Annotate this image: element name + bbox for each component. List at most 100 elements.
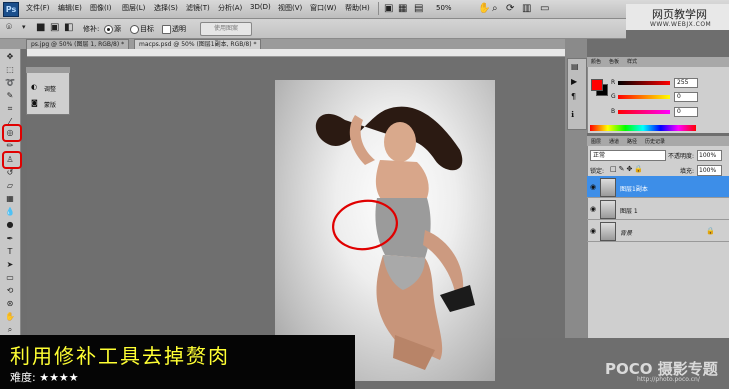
- menu-filter[interactable]: 滤镜(T): [186, 3, 210, 13]
- horizontal-ruler: [27, 49, 565, 57]
- tab-paths[interactable]: 路径: [627, 138, 637, 146]
- tab-swatches[interactable]: 色板: [609, 58, 619, 66]
- pen-tool-icon[interactable]: ✒: [4, 234, 16, 244]
- b-slider[interactable]: [618, 110, 670, 114]
- patch-tool-preset-icon[interactable]: ⌾: [6, 21, 12, 34]
- tab-styles[interactable]: 样式: [627, 58, 637, 66]
- chevron-down-icon[interactable]: ▾: [22, 21, 26, 34]
- move-tool-icon[interactable]: ✥: [4, 52, 16, 62]
- tab-channels[interactable]: 通道: [609, 138, 619, 146]
- mini-panel-header: [26, 67, 70, 73]
- target-radio[interactable]: [130, 25, 139, 34]
- arrange-documents-icon[interactable]: ▥: [522, 2, 531, 15]
- opacity-label: 不透明度:: [668, 153, 695, 160]
- actions-panel-icon[interactable]: ▶: [571, 77, 577, 86]
- bridge-icon[interactable]: ▣: [384, 2, 393, 15]
- marquee-tool-icon[interactable]: ⬚: [4, 65, 16, 75]
- adjustments-label[interactable]: 调整: [44, 84, 56, 93]
- lock-icon: 🔒: [706, 227, 715, 235]
- brand-url: WWW.WEBJX.COM: [650, 21, 712, 28]
- photoshop-logo: Ps: [3, 2, 19, 17]
- b-label: B: [611, 108, 616, 115]
- 3d-orbit-tool-icon[interactable]: ⊛: [4, 299, 16, 309]
- menu-analysis[interactable]: 分析(A): [218, 3, 242, 13]
- menu-layer[interactable]: 图层(L): [122, 3, 145, 13]
- transparent-label: 透明: [172, 25, 186, 33]
- quick-select-tool-icon[interactable]: ✎: [4, 91, 16, 101]
- hand-tool-icon[interactable]: ✋: [4, 312, 16, 322]
- menu-edit[interactable]: 编辑(E): [58, 3, 82, 13]
- tab-color[interactable]: 颜色: [591, 58, 601, 66]
- mini-bridge-icon[interactable]: ▦: [398, 2, 407, 15]
- zoom-tool-icon[interactable]: ⌕: [4, 325, 16, 335]
- foreground-color-swatch[interactable]: [591, 79, 603, 91]
- screen-mode-icon[interactable]: ▭: [540, 2, 549, 15]
- rotate-view-icon[interactable]: ⟳: [506, 2, 514, 15]
- blend-mode-select[interactable]: 正常: [590, 150, 666, 161]
- eye-icon[interactable]: ◉: [590, 205, 596, 213]
- zoom-tool-icon[interactable]: ⌕: [492, 2, 498, 15]
- brand-title: 网页教学网: [652, 8, 707, 21]
- layer-thumbnail: [600, 178, 616, 197]
- menu-divider: [378, 2, 379, 15]
- 3d-rotate-tool-icon[interactable]: ⟲: [4, 286, 16, 296]
- menu-select[interactable]: 选择(S): [154, 3, 178, 13]
- hand-tool-icon[interactable]: ✋: [478, 2, 490, 15]
- menu-image[interactable]: 图像(I): [90, 3, 112, 13]
- layer-name[interactable]: 图层1副本: [620, 184, 648, 193]
- opacity-field[interactable]: 100%: [697, 150, 722, 161]
- source-radio[interactable]: [104, 25, 113, 34]
- brush-tool-icon[interactable]: ✏: [4, 141, 16, 151]
- eye-icon[interactable]: ◉: [590, 183, 596, 191]
- layer-name[interactable]: 图层 1: [620, 206, 638, 215]
- shape-tool-icon[interactable]: ▭: [4, 273, 16, 283]
- r-value[interactable]: 255: [674, 78, 698, 88]
- r-slider[interactable]: [618, 81, 670, 85]
- lock-label: 锁定:: [590, 168, 605, 175]
- history-brush-tool-icon[interactable]: ↺: [4, 168, 16, 178]
- caption-title: 利用修补工具去掉赘肉: [10, 344, 230, 368]
- patch-tool-highlight: [2, 124, 22, 142]
- color-spectrum[interactable]: [590, 125, 696, 131]
- menu-file[interactable]: 文件(F): [26, 3, 50, 13]
- r-label: R: [611, 79, 616, 86]
- use-pattern-button[interactable]: 使用图案: [200, 22, 252, 36]
- masks-icon[interactable]: ◙: [31, 99, 38, 107]
- crop-tool-icon[interactable]: ⌗: [4, 104, 16, 114]
- blur-tool-icon[interactable]: 💧: [4, 207, 16, 217]
- dodge-tool-icon[interactable]: ●: [4, 220, 16, 230]
- view-extras-icon[interactable]: ▤: [414, 2, 423, 15]
- lock-icons[interactable]: □✎✥🔒: [610, 165, 645, 173]
- menu-view[interactable]: 视图(V): [278, 3, 302, 13]
- fill-field[interactable]: 100%: [697, 165, 722, 176]
- subtract-selection-icon[interactable]: ◧: [64, 21, 73, 34]
- transparent-checkbox[interactable]: [162, 25, 171, 34]
- gradient-tool-icon[interactable]: ▦: [4, 194, 16, 204]
- tab-layers[interactable]: 图层: [591, 138, 601, 146]
- add-selection-icon[interactable]: ▣: [50, 21, 59, 34]
- menu-help[interactable]: 帮助(H): [345, 3, 370, 13]
- g-slider[interactable]: [618, 95, 670, 99]
- new-selection-icon[interactable]: ■: [36, 21, 45, 34]
- path-select-tool-icon[interactable]: ➤: [4, 260, 16, 270]
- tab-history[interactable]: 历史记录: [645, 138, 665, 146]
- difficulty-rating: 难度: ★★★★: [10, 371, 79, 384]
- paragraph-panel-icon[interactable]: ¶: [571, 92, 576, 101]
- type-tool-icon[interactable]: T: [4, 247, 16, 257]
- layer-name[interactable]: 背景: [620, 228, 632, 237]
- menu-window[interactable]: 窗口(W): [310, 3, 336, 13]
- source-label: 源: [114, 25, 121, 33]
- menu-3d[interactable]: 3D(D): [250, 3, 271, 11]
- b-value[interactable]: 0: [674, 107, 698, 117]
- eye-icon[interactable]: ◉: [590, 227, 596, 235]
- lasso-tool-icon[interactable]: ➰: [4, 78, 16, 88]
- target-label: 目标: [140, 25, 154, 33]
- zoom-level[interactable]: 50%: [436, 3, 476, 14]
- eraser-tool-icon[interactable]: ▱: [4, 181, 16, 191]
- info-panel-icon[interactable]: ℹ: [571, 110, 574, 119]
- g-value[interactable]: 0: [674, 92, 698, 102]
- history-panel-icon[interactable]: ▤: [571, 62, 579, 71]
- adjustments-icon[interactable]: ◐: [31, 83, 37, 91]
- masks-label[interactable]: 蒙版: [44, 100, 56, 109]
- layer-thumbnail: [600, 200, 616, 219]
